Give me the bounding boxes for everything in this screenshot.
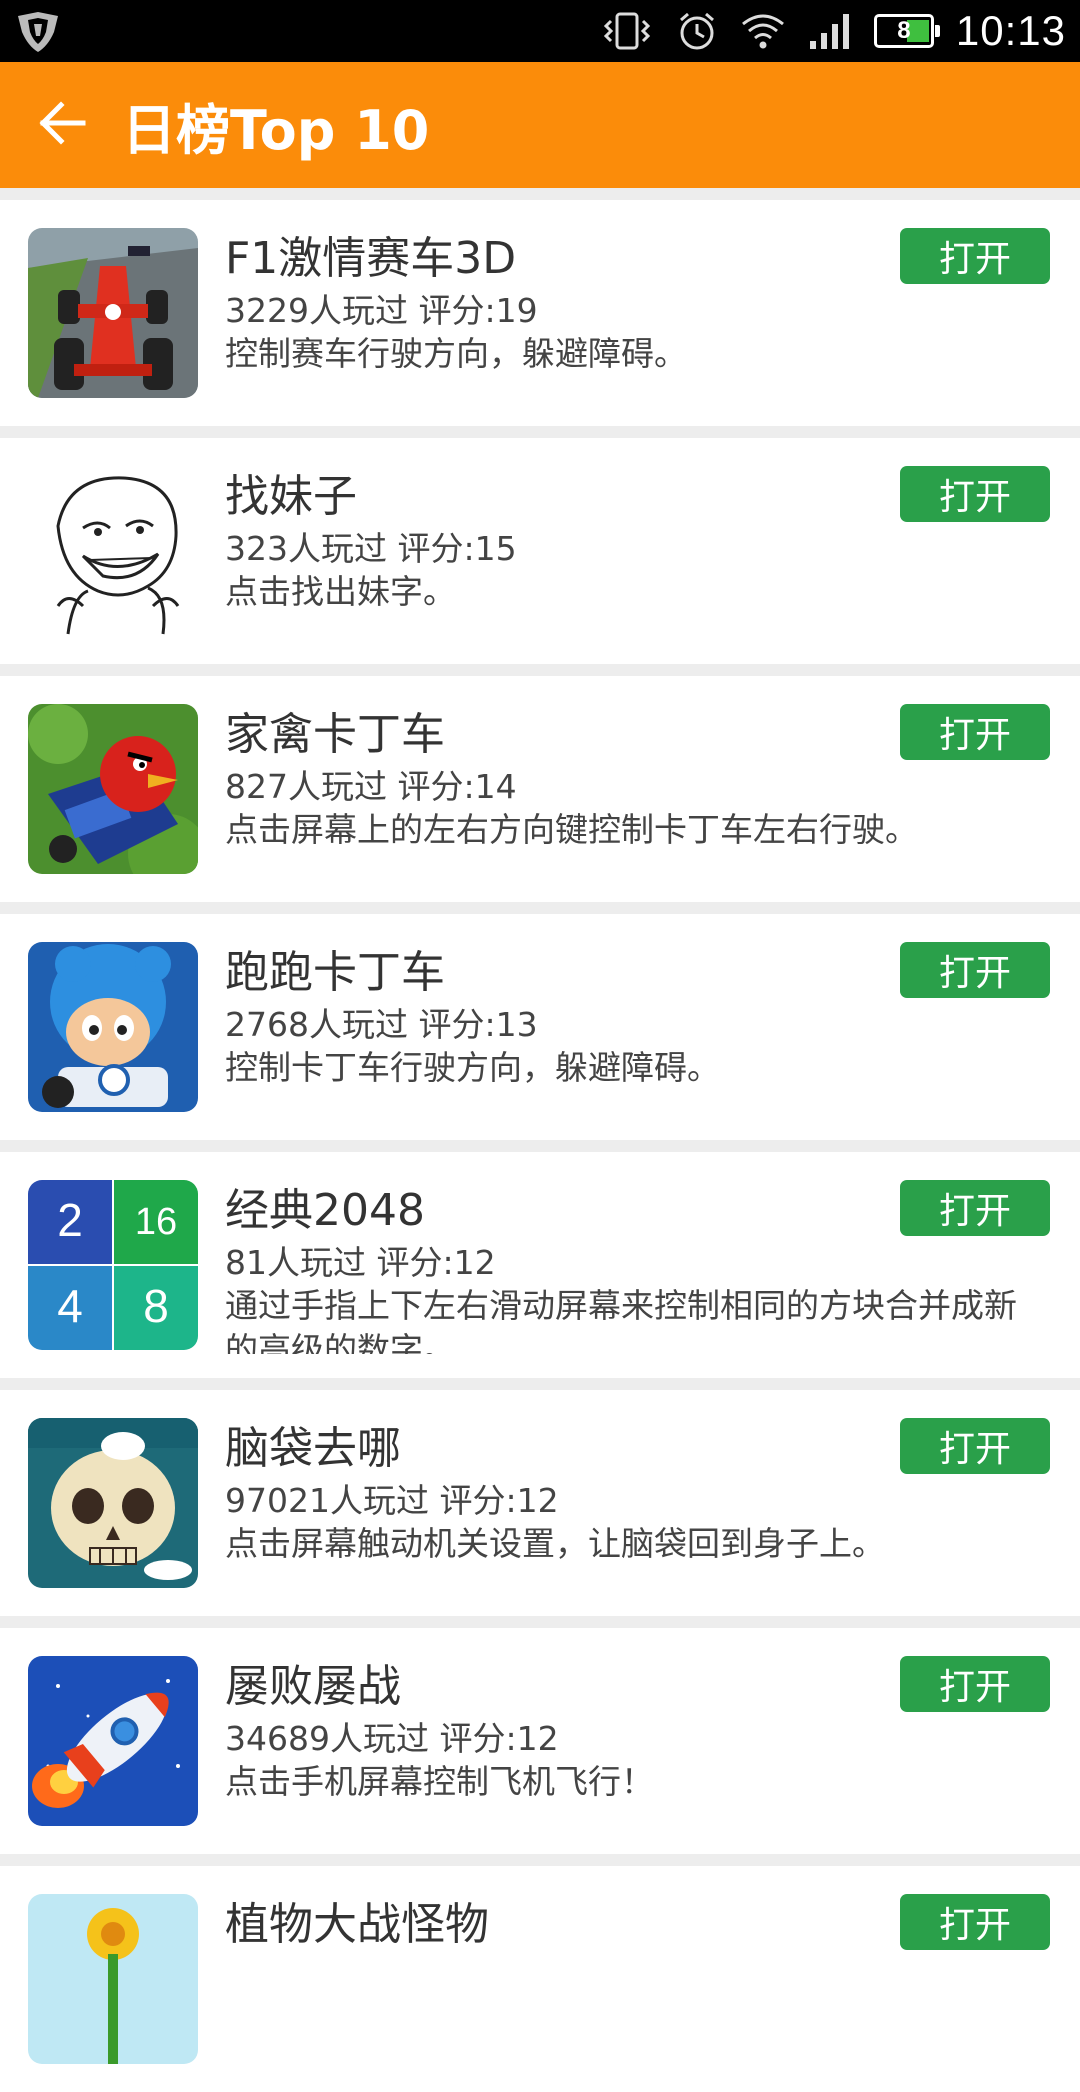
page-title: 日榜Top 10 — [122, 98, 430, 162]
game-meta: 827人玩过 评分:14 — [225, 767, 517, 806]
wifi-icon — [740, 12, 786, 50]
race-car-icon — [28, 228, 198, 398]
list-item[interactable]: 家禽卡丁车 827人玩过 评分:14 点击屏幕上的左右方向键控制卡丁车左右行驶。… — [0, 676, 1080, 902]
battery-level: 8 — [897, 17, 911, 44]
back-button[interactable] — [10, 62, 114, 188]
game-meta: 323人玩过 评分:15 — [225, 529, 517, 568]
game-meta: 3229人玩过 评分:19 — [225, 291, 538, 330]
list-item[interactable]: 屡败屡战 34689人玩过 评分:12 点击手机屏幕控制飞机飞行！ 打开 — [0, 1628, 1080, 1854]
shield-icon — [14, 10, 62, 54]
tile-4: 4 — [57, 1280, 83, 1332]
signal-icon — [808, 11, 852, 51]
open-button[interactable]: 打开 — [900, 1180, 1050, 1236]
arrow-left-icon — [37, 100, 87, 150]
list-item[interactable]: 2 16 4 8 经典2048 81人玩过 评分:12 通过手指上下左右滑动屏幕… — [0, 1152, 1080, 1378]
alarm-icon — [676, 10, 718, 52]
status-bar: 8 10:13 — [0, 0, 1080, 62]
game-description: 点击屏幕上的左右方向键控制卡丁车左右行驶。 — [225, 810, 918, 849]
tile-16: 16 — [135, 1201, 177, 1243]
open-button[interactable]: 打开 — [900, 1418, 1050, 1474]
game-description: 控制卡丁车行驶方向，躲避障碍。 — [225, 1048, 720, 1087]
game-title: F1激情赛车3D — [225, 233, 517, 284]
game-meta: 81人玩过 评分:12 — [225, 1243, 496, 1282]
game-description: 点击屏幕触动机关设置，让脑袋回到身子上。 — [225, 1524, 885, 1563]
game-description: 控制赛车行驶方向，躲避障碍。 — [225, 334, 687, 373]
list-item[interactable]: 植物大战怪物 打开 — [0, 1866, 1080, 2092]
open-button[interactable]: 打开 — [900, 228, 1050, 284]
game-title: 经典2048 — [225, 1185, 425, 1236]
kart-rider-icon — [28, 942, 198, 1112]
clock: 10:13 — [955, 7, 1066, 54]
open-button[interactable]: 打开 — [900, 1656, 1050, 1712]
battery-icon: 8 — [873, 14, 940, 48]
game-meta: 34689人玩过 评分:12 — [225, 1719, 559, 1758]
open-button[interactable]: 打开 — [900, 704, 1050, 760]
game-meta: 97021人玩过 评分:12 — [225, 1481, 559, 1520]
game-description: 通过手指上下左右滑动屏幕来控制相同的方块合并成新的高级的数字。 — [225, 1286, 1017, 1354]
game-title: 植物大战怪物 — [225, 1899, 489, 1950]
open-button[interactable]: 打开 — [900, 942, 1050, 998]
tile-8: 8 — [143, 1280, 169, 1332]
tile-2: 2 — [57, 1194, 83, 1246]
meme-face-icon — [28, 466, 198, 636]
app-bar: 日榜Top 10 — [0, 62, 1080, 188]
tiles-2048-icon: 2 16 4 8 — [28, 1180, 198, 1350]
vibrate-icon — [600, 11, 654, 51]
rocket-icon — [28, 1656, 198, 1826]
game-meta: 2768人玩过 评分:13 — [225, 1005, 538, 1044]
list-item[interactable]: F1激情赛车3D 3229人玩过 评分:19 控制赛车行驶方向，躲避障碍。 打开 — [0, 200, 1080, 426]
open-button[interactable]: 打开 — [900, 466, 1050, 522]
game-title: 家禽卡丁车 — [225, 709, 445, 760]
game-title: 屡败屡战 — [225, 1661, 401, 1712]
game-description: 点击找出妹字。 — [225, 572, 456, 611]
game-title: 找妹子 — [225, 471, 357, 522]
list-item[interactable]: 脑袋去哪 97021人玩过 评分:12 点击屏幕触动机关设置，让脑袋回到身子上。… — [0, 1390, 1080, 1616]
game-description: 点击手机屏幕控制飞机飞行！ — [225, 1762, 654, 1801]
game-title: 跑跑卡丁车 — [225, 947, 445, 998]
skull-icon — [28, 1418, 198, 1588]
bird-kart-icon — [28, 704, 198, 874]
list-item[interactable]: 找妹子 323人玩过 评分:15 点击找出妹字。 打开 — [0, 438, 1080, 664]
open-button[interactable]: 打开 — [900, 1894, 1050, 1950]
list-item[interactable]: 跑跑卡丁车 2768人玩过 评分:13 控制卡丁车行驶方向，躲避障碍。 打开 — [0, 914, 1080, 1140]
game-title: 脑袋去哪 — [225, 1423, 401, 1474]
